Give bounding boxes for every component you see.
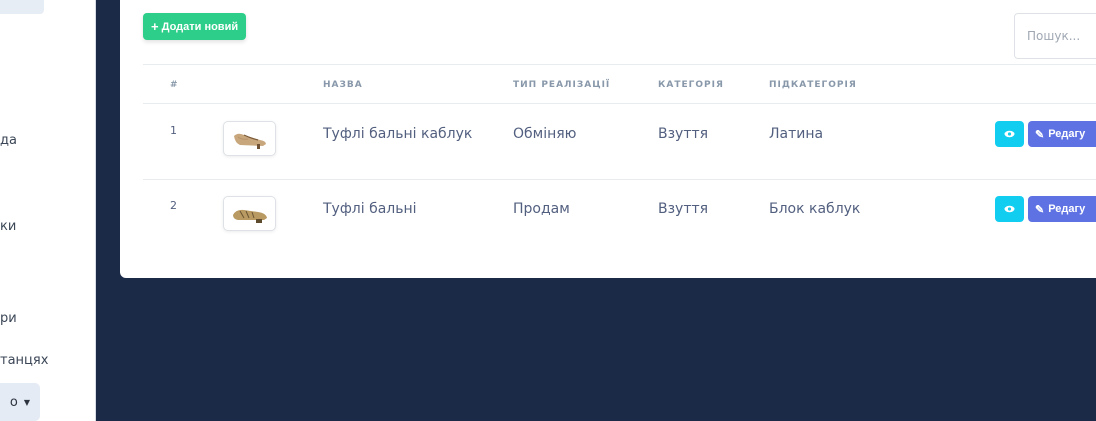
table-divider — [143, 179, 1096, 180]
product-thumbnail[interactable] — [223, 121, 276, 156]
product-category: Взуття — [658, 126, 709, 142]
sidebar-active-item[interactable] — [0, 0, 44, 14]
product-sale-type: Продам — [513, 201, 570, 217]
table-divider — [143, 103, 1096, 104]
product-subcategory: Латина — [769, 126, 824, 142]
sidebar: да ки ри танцях о ▼ — [0, 0, 96, 421]
product-sale-type: Обміняю — [513, 126, 577, 142]
header-subcategory[interactable]: ПІДКАТЕГОРІЯ — [769, 80, 857, 90]
row-number: 2 — [170, 199, 177, 212]
sidebar-dropdown-label: о — [9, 394, 18, 410]
edit-icon: ✎ — [1035, 128, 1045, 141]
add-new-label: Додати новий — [161, 20, 239, 33]
sidebar-dropdown[interactable]: о ▼ — [0, 383, 40, 421]
header-sale-type[interactable]: ТИП РЕАЛІЗАЦІЇ — [513, 80, 610, 90]
view-button[interactable] — [995, 121, 1024, 147]
shoe-image — [233, 133, 266, 149]
product-category: Взуття — [658, 201, 709, 217]
edit-label: Редагу — [1048, 203, 1086, 215]
add-new-button[interactable]: + Додати новий — [143, 13, 247, 40]
edit-button[interactable]: ✎ Редагу — [1028, 196, 1096, 222]
product-subcategory: Блок каблук — [769, 201, 861, 217]
product-name: Туфлі бальні каблук — [323, 126, 473, 142]
plus-icon: + — [151, 19, 159, 34]
sidebar-item-3[interactable]: ри — [0, 311, 17, 326]
row-number: 1 — [170, 124, 177, 137]
edit-icon: ✎ — [1035, 203, 1045, 216]
shoe-image — [232, 209, 267, 223]
sidebar-item-2[interactable]: ки — [0, 219, 16, 234]
products-card: + Додати новий # НАЗВА ТИП РЕАЛІЗАЦІЇ КА… — [120, 0, 1096, 278]
eye-icon — [1004, 130, 1015, 138]
header-category[interactable]: КАТЕГОРІЯ — [658, 80, 724, 90]
view-button[interactable] — [995, 196, 1024, 222]
caret-down-icon: ▼ — [23, 397, 30, 407]
edit-button[interactable]: ✎ Редагу — [1028, 121, 1096, 147]
product-thumbnail[interactable] — [223, 196, 276, 231]
table-divider — [143, 64, 1096, 65]
sidebar-item-4[interactable]: танцях — [0, 353, 48, 368]
product-name: Туфлі бальні — [323, 201, 417, 217]
edit-label: Редагу — [1048, 128, 1086, 140]
eye-icon — [1004, 205, 1015, 213]
search-input[interactable] — [1014, 13, 1096, 59]
sidebar-item-1[interactable]: да — [0, 133, 17, 148]
header-name[interactable]: НАЗВА — [323, 80, 363, 90]
header-number: # — [170, 80, 179, 90]
